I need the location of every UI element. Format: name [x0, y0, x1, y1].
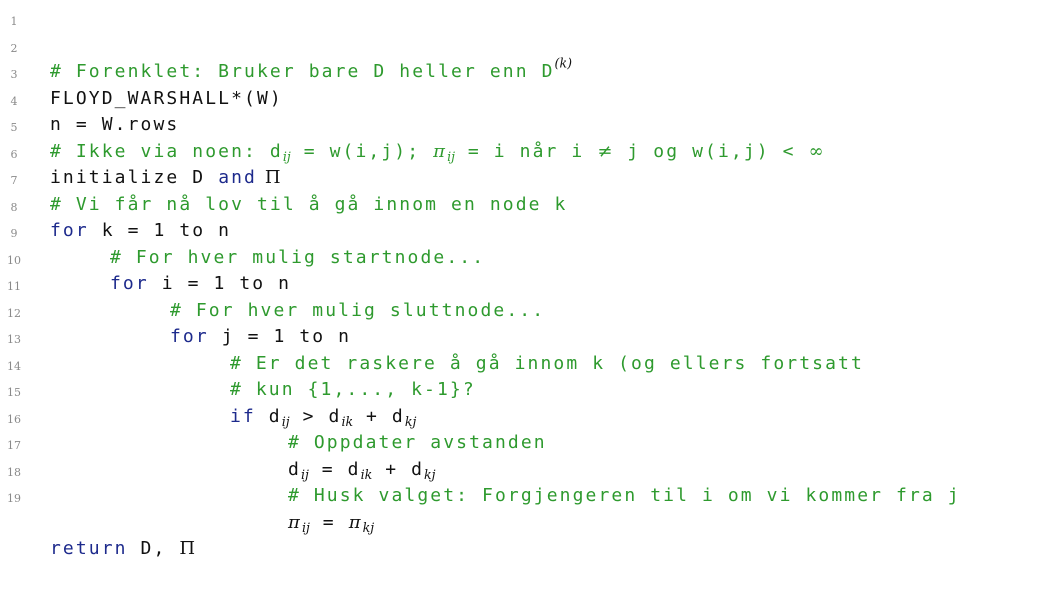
- pseudocode-listing: 1 # Forenklet: Bruker bare D heller enn …: [0, 6, 959, 559]
- comment: # For hver mulig sluttnode...: [170, 299, 546, 321]
- code-text: n = W.rows: [50, 114, 180, 135]
- line-number: 19: [7, 492, 21, 505]
- code-line-8: 8 # For hver mulig startnode...: [0, 192, 484, 268]
- code-line-19: 19 return D, Π: [0, 483, 195, 559]
- code-line-18: 18 πij = πkj: [0, 457, 374, 534]
- code-line-7: 7 for k = 1 to n: [0, 165, 230, 241]
- code-line-1: 1 # Forenklet: Bruker bare D heller enn …: [0, 6, 573, 82]
- not-equal-symbol: ≠: [597, 140, 615, 162]
- superscript-k: (k): [554, 55, 573, 71]
- pi-symbol: π: [433, 140, 448, 162]
- code-line-2: 2 FLOYD_WARSHALL*(W): [0, 33, 281, 109]
- comment: # kun {1,..., k-1}?: [230, 379, 476, 400]
- pi-capital-symbol: Π: [257, 167, 283, 188]
- comment: # Oppdater avstanden: [288, 432, 547, 453]
- code-text: k = 1 to n: [88, 220, 232, 241]
- keyword-and: and: [218, 167, 257, 188]
- comment: # Forenklet: Bruker bare D heller enn D: [50, 61, 555, 82]
- code-text: j = 1 to n: [208, 326, 352, 347]
- code-text: FLOYD_WARSHALL*(W): [50, 87, 283, 109]
- code-line-11: 11 for j = 1 to n: [0, 271, 349, 347]
- pi-capital-symbol: Π: [179, 538, 198, 559]
- keyword-if: if: [230, 405, 256, 427]
- code-line-12: 12 # Er det raskere å gå innom k (og ell…: [0, 298, 862, 374]
- comment: # Ikke via noen: dij = w(i,j); πij = i n…: [50, 140, 826, 164]
- code-line-10: 10 # For hver mulig sluttnode...: [0, 245, 543, 321]
- code-line-4: 4 # Ikke via noen: dij = w(i,j); πij = i…: [0, 86, 824, 163]
- code-line-13: 13 # kun {1,..., k-1}?: [0, 324, 474, 400]
- keyword-for: for: [50, 220, 89, 241]
- keyword-for: for: [170, 326, 209, 347]
- code-line-15: 15 # Oppdater avstanden: [0, 377, 545, 453]
- code-line-9: 9 for i = 1 to n: [0, 218, 290, 294]
- code-line-17: 17 # Husk valget: Forgjengeren til i om …: [0, 430, 959, 506]
- comment: # For hver mulig startnode...: [110, 246, 486, 268]
- code-text: i = 1 to n: [148, 273, 292, 294]
- keyword-return: return: [50, 538, 128, 559]
- comment: # Vi får nå lov til å gå innom en node k: [50, 193, 568, 215]
- infinity-symbol: ∞: [808, 140, 826, 162]
- pi-symbol: π: [348, 511, 363, 533]
- code-line-3: 3 n = W.rows: [0, 59, 178, 135]
- code-text: D,: [127, 538, 180, 559]
- comment: # Er det raskere å gå innom k (og ellers…: [230, 352, 864, 374]
- code-line-6: 6 # Vi får nå lov til å gå innom en node…: [0, 139, 566, 215]
- keyword-for: for: [110, 273, 149, 294]
- pi-symbol: π: [288, 511, 302, 533]
- code-line-14: 14 if dij > dik + dkj: [0, 351, 416, 428]
- code-line-16: 16 dij = dik + dkj: [0, 404, 436, 481]
- code-text: initialize D: [50, 167, 219, 188]
- comment: # Husk valget: Forgjengeren til i om vi …: [288, 485, 961, 506]
- code-line-5: 5 initialize D and Π: [0, 112, 281, 188]
